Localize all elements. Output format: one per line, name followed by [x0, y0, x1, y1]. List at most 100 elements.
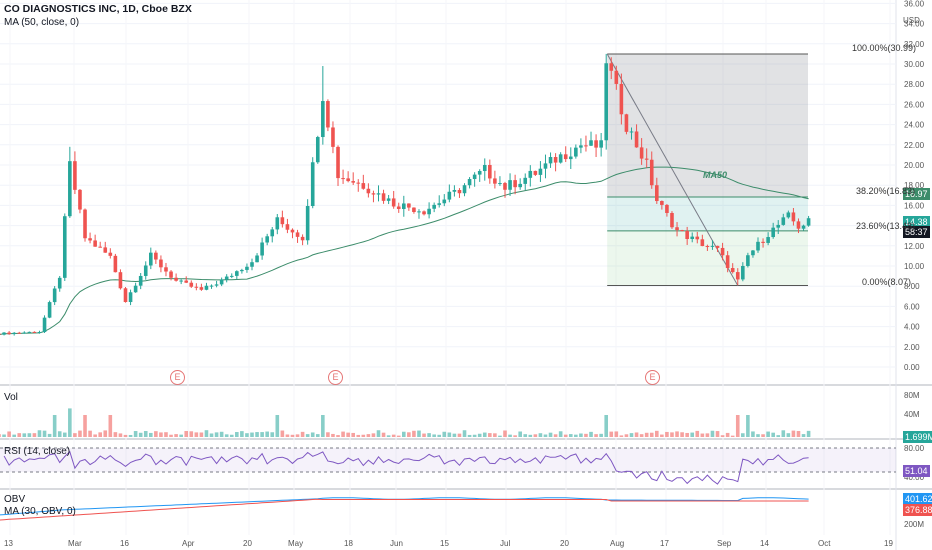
- candle-body: [407, 203, 411, 208]
- candle-body: [417, 211, 421, 213]
- candle-body: [103, 247, 108, 253]
- candle-body: [422, 211, 426, 215]
- candle-body: [472, 174, 477, 180]
- volume-bar: [315, 434, 320, 437]
- volume-bar: [563, 434, 568, 437]
- volume-bar: [88, 430, 92, 437]
- candle-body: [604, 63, 608, 141]
- volume-bar: [73, 433, 77, 437]
- candle-body: [265, 236, 269, 243]
- candle-body: [801, 225, 806, 229]
- candle-body: [493, 178, 497, 184]
- candle-body: [660, 201, 664, 205]
- candle-body: [624, 114, 629, 132]
- volume-bar: [568, 434, 573, 437]
- volume-bar: [209, 433, 214, 437]
- price-tick-label: 6.00: [904, 302, 920, 311]
- volume-bar: [194, 432, 199, 437]
- candle-body: [179, 280, 183, 282]
- volume-bar: [670, 432, 674, 437]
- candle-body: [720, 247, 725, 256]
- volume-bar: [290, 434, 295, 437]
- candle-body: [402, 203, 406, 210]
- candle-body: [113, 255, 118, 273]
- volume-bar: [133, 431, 138, 437]
- volume-bar: [83, 415, 87, 437]
- candle-body: [599, 140, 603, 148]
- candle-body: [462, 185, 467, 194]
- candle-body: [579, 145, 583, 148]
- volume-bar: [725, 432, 730, 437]
- obv-ma-label: MA (30, OBV, 0): [4, 506, 76, 517]
- volume-bar: [285, 434, 290, 437]
- chart-canvas[interactable]: 0.002.004.006.008.0010.0012.0014.0016.00…: [0, 0, 932, 550]
- candle-body: [128, 292, 133, 303]
- candle-body: [209, 285, 214, 287]
- volume-bar: [599, 433, 603, 437]
- volume-bar: [12, 434, 16, 437]
- candle-body: [675, 227, 679, 231]
- candle-body: [427, 208, 431, 215]
- volume-bar: [705, 433, 710, 437]
- volume-bar: [528, 434, 533, 437]
- candle-body: [68, 161, 72, 217]
- volume-bar: [685, 432, 689, 437]
- candle-body: [771, 227, 775, 238]
- candle-body: [22, 332, 27, 334]
- x-axis-label: 16: [120, 539, 129, 548]
- candle-body: [467, 179, 472, 186]
- volume-bar: [720, 435, 725, 437]
- candle-body: [169, 271, 173, 278]
- obv-tick-label: 200M: [904, 520, 924, 529]
- earnings-marker-3[interactable]: E: [645, 370, 660, 385]
- candle-body: [508, 180, 512, 190]
- volume-bar: [649, 432, 654, 437]
- candle-body: [219, 279, 224, 285]
- volume-bar: [27, 433, 32, 437]
- volume-bar: [482, 432, 487, 437]
- volume-bar: [488, 433, 492, 437]
- candle-body: [361, 183, 366, 189]
- volume-bar: [32, 433, 37, 437]
- price-tick-label: 4.00: [904, 323, 920, 332]
- earnings-marker-1[interactable]: E: [170, 370, 185, 385]
- x-axis-label: Sep: [717, 539, 732, 548]
- candle-body: [366, 188, 371, 194]
- candle-body: [715, 245, 720, 248]
- candle-body: [280, 217, 285, 225]
- candle-body: [548, 157, 553, 164]
- volume-bar: [477, 433, 482, 437]
- candle-body: [138, 275, 143, 286]
- volume-bar: [680, 432, 684, 437]
- volume-bar: [240, 431, 244, 437]
- candle-body: [776, 224, 781, 228]
- volume-bar: [781, 430, 786, 437]
- volume-bar: [62, 432, 67, 437]
- rsi-tick-label: 80.00: [904, 444, 925, 453]
- earnings-marker-2[interactable]: E: [328, 370, 343, 385]
- candle-body: [149, 252, 153, 266]
- rsi-band: [0, 448, 896, 472]
- volume-bar: [498, 435, 502, 437]
- candle-body: [381, 193, 386, 201]
- volume-bar: [467, 434, 472, 437]
- volume-bar: [57, 431, 62, 437]
- volume-bar: [174, 434, 178, 437]
- candle-body: [356, 182, 361, 184]
- candle-body: [88, 238, 92, 241]
- fib-100-label: 100.00%(30.99): [852, 43, 917, 53]
- volume-bar: [326, 432, 330, 437]
- price-tick-label: 20.00: [904, 161, 925, 170]
- x-axis-label: 13: [4, 539, 13, 548]
- candle-body: [543, 163, 548, 169]
- rsi-badge: 51.04: [903, 465, 930, 477]
- volume-bar: [432, 434, 436, 437]
- volume-bar: [609, 431, 614, 437]
- volume-bar: [128, 434, 133, 437]
- candle-body: [477, 171, 482, 175]
- volume-bar: [655, 430, 659, 437]
- candle-body: [563, 154, 568, 160]
- volume-bar: [149, 432, 153, 437]
- candle-body: [457, 189, 462, 194]
- candle-body: [553, 157, 558, 163]
